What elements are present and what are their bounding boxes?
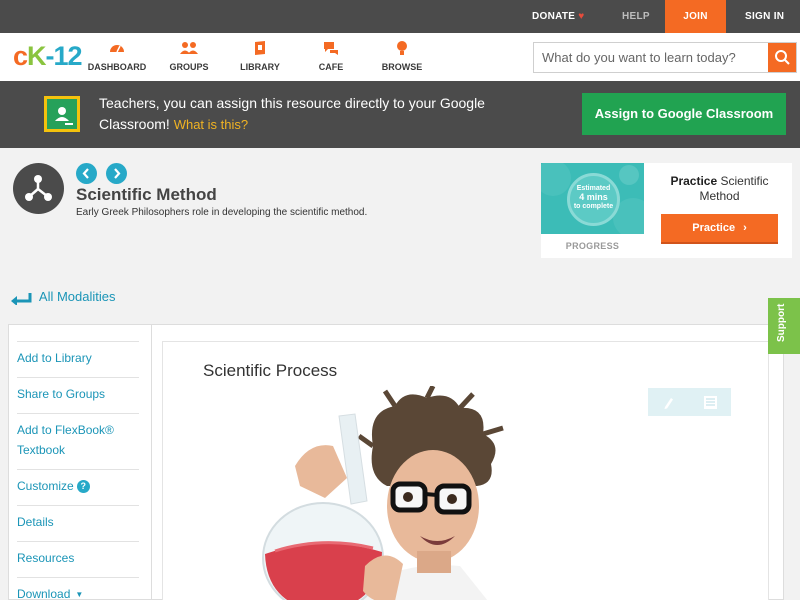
estimate-line1: Estimated xyxy=(576,185,611,192)
estimate-line3: to complete xyxy=(573,203,614,210)
caret-down-icon: ▼ xyxy=(75,590,84,599)
chevron-left-icon xyxy=(82,168,89,179)
all-modalities-label: All Modalities xyxy=(38,289,116,304)
all-modalities-link[interactable]: All Modalities xyxy=(10,289,116,305)
support-tab[interactable]: Support xyxy=(768,298,800,354)
sidebar-item-share-to-groups[interactable]: Share to Groups xyxy=(17,377,139,404)
practice-title: Practice Scientific Method xyxy=(659,174,780,204)
practice-title-bold: Practice xyxy=(670,174,718,188)
nav-cafe[interactable]: CAFE xyxy=(296,39,366,72)
progress-graphic: Estimated 4 mins to complete xyxy=(541,163,644,234)
cafe-icon xyxy=(324,42,338,55)
top-bar: DONATE ♥ HELP JOIN SIGN IN xyxy=(0,0,800,33)
search-button[interactable] xyxy=(768,43,796,72)
nav-groups[interactable]: GROUPS xyxy=(154,39,224,72)
download-label: Download xyxy=(17,587,71,600)
chevron-right-icon xyxy=(114,168,121,179)
donate-label: DONATE xyxy=(532,11,576,22)
logo-k: K xyxy=(27,41,46,71)
sidebar-item-download[interactable]: Download ▼ xyxy=(17,577,139,600)
sidebar-item-add-to-flexbook[interactable]: Add to FlexBook® Textbook xyxy=(17,413,139,460)
banner-text: Teachers, you can assign this resource d… xyxy=(99,93,499,135)
nav-dashboard-label: DASHBOARD xyxy=(87,62,147,72)
back-arrow-icon xyxy=(11,292,32,305)
concept-description: Early Greek Philosophers role in develop… xyxy=(76,207,368,218)
heart-icon: ♥ xyxy=(578,11,585,22)
dashboard-icon xyxy=(110,45,124,53)
previous-concept-button[interactable] xyxy=(76,163,97,184)
estimate-time: 4 mins xyxy=(579,192,608,202)
sidebar-item-customize[interactable]: Customize? xyxy=(17,469,139,496)
next-concept-button[interactable] xyxy=(106,163,127,184)
nav-library-label: LIBRARY xyxy=(240,62,280,72)
assign-google-classroom-button[interactable]: Assign to Google Classroom xyxy=(582,93,786,135)
nav-browse[interactable]: BROWSE xyxy=(367,39,437,72)
sign-in-link[interactable]: SIGN IN xyxy=(745,0,784,33)
nav-cafe-label: CAFE xyxy=(318,62,344,72)
logo-12: -12 xyxy=(45,41,83,71)
practice-button-label: Practice xyxy=(692,222,736,234)
practice-card: Estimated 4 mins to complete PROGRESS Pr… xyxy=(541,163,792,258)
content-tools xyxy=(648,388,731,416)
concept-icon xyxy=(13,163,64,214)
google-classroom-icon xyxy=(44,96,80,132)
help-link[interactable]: HELP xyxy=(622,0,650,33)
practice-button[interactable]: Practice › xyxy=(661,214,778,244)
nav-dashboard[interactable]: DASHBOARD xyxy=(82,39,152,72)
annotate-button[interactable] xyxy=(648,388,689,416)
donate-link[interactable]: DONATE ♥ xyxy=(532,0,585,33)
main-nav: cK-12 DASHBOARD GROUPS LIBRARY CAFE BROW… xyxy=(0,33,800,81)
customize-label: Customize xyxy=(17,479,74,493)
nav-browse-label: BROWSE xyxy=(381,62,423,72)
chevron-right-icon: › xyxy=(743,222,747,234)
nav-library[interactable]: LIBRARY xyxy=(225,39,295,72)
browse-icon xyxy=(397,41,407,55)
logo-c: c xyxy=(13,41,28,71)
what-is-this-link[interactable]: What is this? xyxy=(174,117,248,132)
sidebar-item-details[interactable]: Details xyxy=(17,505,139,532)
sidebar-item-add-to-library[interactable]: Add to Library xyxy=(17,341,139,368)
action-sidebar: Add to Library Share to Groups Add to Fl… xyxy=(8,324,151,600)
content-title: Scientific Process xyxy=(203,361,338,380)
estimated-time-badge: Estimated 4 mins to complete xyxy=(567,173,620,226)
support-label: Support xyxy=(776,303,787,342)
content-card: Scientific Process xyxy=(162,341,769,600)
google-classroom-banner: Teachers, you can assign this resource d… xyxy=(0,81,800,148)
concept-title: Scientific Method xyxy=(76,185,217,204)
join-button[interactable]: JOIN xyxy=(665,0,726,33)
search-icon xyxy=(775,50,790,65)
content-panel: Scientific Process xyxy=(151,324,784,600)
ck12-logo[interactable]: cK-12 xyxy=(13,41,83,72)
progress-label: PROGRESS xyxy=(565,241,620,251)
banner-message: Teachers, you can assign this resource d… xyxy=(99,95,485,132)
library-icon xyxy=(255,41,265,55)
sidebar-item-resources[interactable]: Resources xyxy=(17,541,139,568)
pencil-icon xyxy=(664,398,673,409)
search-box xyxy=(533,42,797,73)
nav-groups-label: GROUPS xyxy=(169,62,209,72)
search-input[interactable] xyxy=(534,43,769,72)
notes-button[interactable] xyxy=(690,388,731,416)
groups-icon xyxy=(180,42,198,54)
scientist-illustration xyxy=(262,386,504,600)
notes-icon xyxy=(704,396,717,409)
help-icon[interactable]: ? xyxy=(76,480,90,493)
